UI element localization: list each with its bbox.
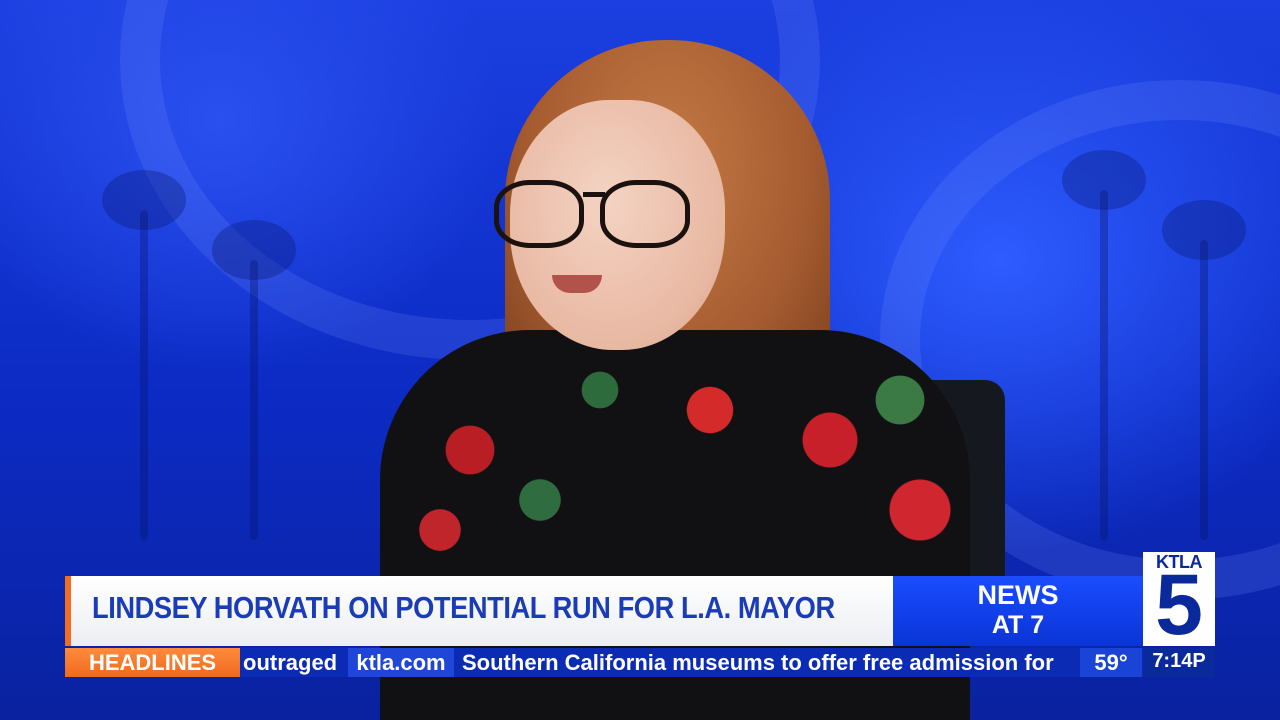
ticker-story-window: Southern California museums to offer fre… [458, 648, 1080, 677]
program-title: NEWS [977, 580, 1059, 610]
ticker-site: ktla.com [356, 650, 446, 675]
clock-time: 7:14P [1152, 650, 1206, 672]
palm-tree-silhouette [212, 220, 296, 540]
lower-third-accent [65, 576, 71, 646]
palm-tree-silhouette [102, 170, 186, 540]
ticker-label: HEADLINES [88, 650, 217, 675]
glasses-left-lens [494, 180, 584, 248]
lower-third-headline: LINDSEY HORVATH ON POTENTIAL RUN FOR L.A… [92, 590, 835, 625]
ticker-previous-fragment: outraged [243, 650, 338, 675]
ticker-story: Southern California museums to offer fre… [462, 650, 1054, 675]
glasses-bridge [583, 192, 605, 197]
station-channel-number: 5 [1155, 557, 1203, 653]
palm-tree-silhouette [1162, 200, 1246, 540]
palm-tree-silhouette [1062, 150, 1146, 540]
glasses-right-lens [600, 180, 690, 248]
weather-temperature: 59° [1094, 650, 1128, 675]
program-subtitle: AT 7 [991, 611, 1045, 639]
